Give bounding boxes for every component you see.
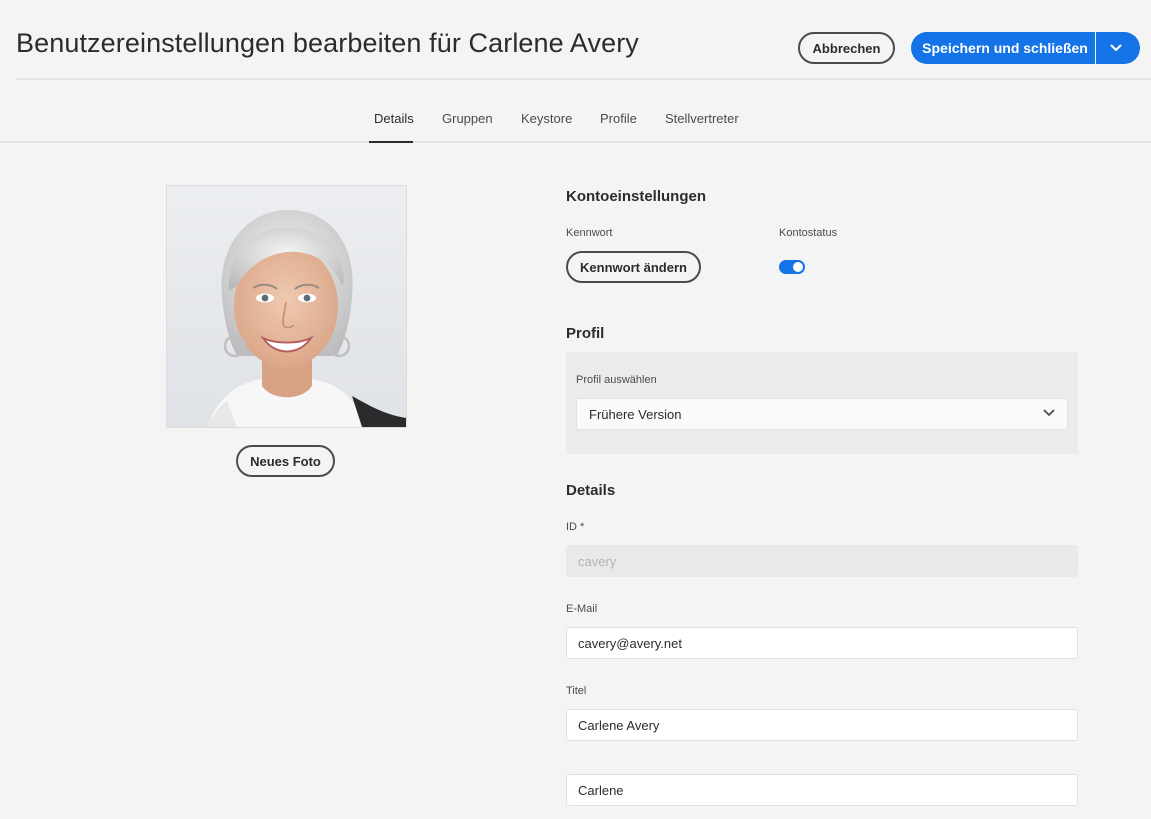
chevron-down-icon [1110, 44, 1122, 51]
tab-profiles[interactable]: Profile [600, 111, 637, 126]
tab-bar: Details Gruppen Keystore Profile Stellve… [0, 80, 1151, 143]
first-name-field[interactable] [566, 774, 1078, 806]
page-title: Benutzereinstellungen bearbeiten für Car… [16, 28, 639, 58]
password-label: Kennwort [566, 227, 613, 239]
email-label: E-Mail [566, 603, 598, 615]
user-photo [166, 185, 407, 428]
profile-select-label: Profil auswählen [576, 374, 657, 386]
email-field[interactable] [566, 627, 1078, 659]
tab-groups[interactable]: Gruppen [442, 111, 493, 126]
save-options-dropdown-button[interactable] [1096, 32, 1140, 64]
id-label: ID * [566, 521, 585, 533]
tab-details[interactable]: Details [374, 111, 414, 126]
chevron-down-icon [1043, 409, 1055, 416]
profile-select[interactable]: Frühere Version [576, 398, 1068, 430]
id-field [566, 545, 1078, 577]
details-heading: Details [566, 482, 616, 499]
save-button-group: Speichern und schließen [911, 32, 1140, 64]
profile-panel: Profil auswählen Frühere Version [566, 352, 1078, 454]
profile-heading: Profil [566, 325, 605, 342]
page-header: Benutzereinstellungen bearbeiten für Car… [0, 0, 1151, 80]
account-status-label: Kontostatus [779, 227, 838, 239]
title-field[interactable] [566, 709, 1078, 741]
new-photo-button[interactable]: Neues Foto [236, 445, 335, 477]
title-label: Titel [566, 685, 587, 697]
save-and-close-button[interactable]: Speichern und schließen [911, 32, 1095, 64]
profile-select-value: Frühere Version [589, 407, 682, 422]
toggle-knob [793, 262, 803, 272]
account-settings-heading: Kontoeinstellungen [566, 188, 706, 205]
tab-delegates[interactable]: Stellvertreter [665, 111, 739, 126]
cancel-button[interactable]: Abbrechen [798, 32, 895, 64]
tab-keystore[interactable]: Keystore [521, 111, 572, 126]
active-tab-indicator [369, 141, 413, 143]
account-status-toggle[interactable] [779, 260, 805, 274]
change-password-button[interactable]: Kennwort ändern [566, 251, 701, 283]
